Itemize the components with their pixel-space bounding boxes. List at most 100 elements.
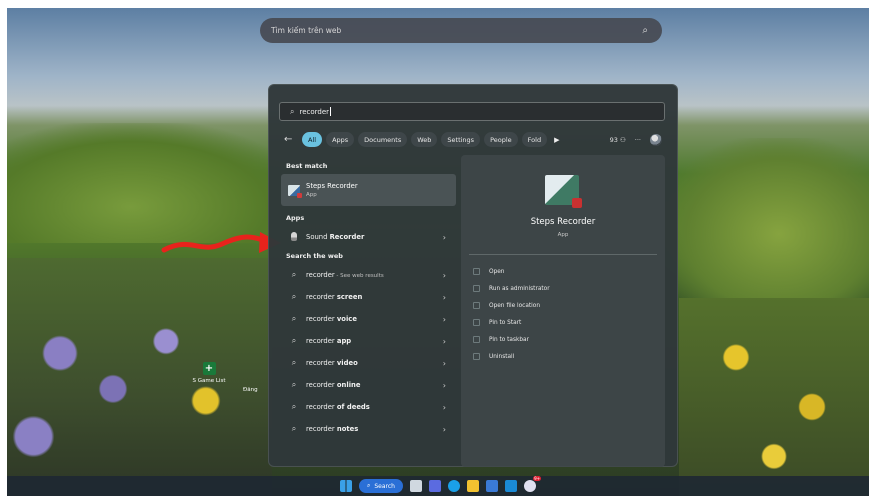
meet-icon[interactable] xyxy=(429,480,441,492)
edge-browser-icon[interactable] xyxy=(448,480,460,492)
best-match-subtitle: App xyxy=(306,192,317,198)
divider xyxy=(469,254,657,255)
start-search-input[interactable]: ⌕ recorder xyxy=(279,102,665,121)
action-open-file-location[interactable]: Open file location xyxy=(473,297,550,314)
background-flowers-right xyxy=(679,298,869,496)
back-arrow-icon[interactable]: ← xyxy=(284,134,302,145)
web-result-label: recorder video xyxy=(306,359,358,367)
chevron-right-icon[interactable]: › xyxy=(443,381,446,390)
file-explorer-icon[interactable] xyxy=(467,480,479,492)
background-hill-right xyxy=(659,138,869,298)
rewards-points[interactable]: 93 ⚇ xyxy=(610,136,626,144)
filter-documents[interactable]: Documents xyxy=(358,132,408,147)
trash-icon xyxy=(473,353,480,360)
filter-apps[interactable]: Apps xyxy=(326,132,355,147)
web-result-3[interactable]: ⌕ recorder app › xyxy=(281,330,456,352)
mail-icon[interactable] xyxy=(505,480,517,492)
background-flowers-left xyxy=(7,258,272,496)
chevron-right-icon[interactable]: › xyxy=(443,337,446,346)
chevron-right-icon[interactable]: › xyxy=(443,233,446,242)
filter-bar: ← All Apps Documents Web Settings People… xyxy=(284,131,662,148)
best-match-heading: Best match xyxy=(286,162,328,170)
best-match-title: Steps Recorder xyxy=(306,182,358,190)
store-icon[interactable] xyxy=(486,480,498,492)
web-result-0[interactable]: ⌕ recorder - See web results › xyxy=(281,264,456,286)
preview-subtitle: App xyxy=(557,232,569,238)
pin-icon xyxy=(473,336,480,343)
web-result-label: recorder app xyxy=(306,337,352,345)
search-icon: ⌕ xyxy=(291,380,297,389)
best-match-item[interactable]: Steps Recorder App xyxy=(281,174,456,206)
web-result-label: recorder notes xyxy=(306,425,359,433)
text-caret xyxy=(330,107,332,116)
action-open[interactable]: Open xyxy=(473,263,550,280)
filter-bar-right: 93 ⚇ ··· xyxy=(610,133,662,146)
results-list: Best match Steps Recorder App Apps Sound… xyxy=(281,158,456,440)
more-options-button[interactable]: ··· xyxy=(635,136,641,144)
search-icon: ⌕ xyxy=(291,358,297,367)
points-value: 93 xyxy=(609,135,618,144)
more-filters-play-icon[interactable]: ▶ xyxy=(554,136,559,144)
search-icon: ⌕ xyxy=(291,424,297,433)
chevron-right-icon[interactable]: › xyxy=(443,403,446,412)
desktop-icon-game-list[interactable]: + S Game List xyxy=(192,362,226,384)
action-pin-to-start[interactable]: Pin to Start xyxy=(473,314,550,331)
action-uninstall[interactable]: Uninstall xyxy=(473,348,550,365)
chevron-right-icon[interactable]: › xyxy=(443,359,446,368)
chevron-right-icon[interactable]: › xyxy=(443,425,446,434)
web-result-2[interactable]: ⌕ recorder voice › xyxy=(281,308,456,330)
search-icon[interactable]: ⌕ xyxy=(642,25,648,36)
search-web-heading: Search the web xyxy=(286,252,343,260)
action-run-as-admin[interactable]: Run as administrator xyxy=(473,280,550,297)
web-result-label: recorder screen xyxy=(306,293,363,301)
search-icon: ⌕ xyxy=(291,336,297,345)
filter-people[interactable]: People xyxy=(484,132,518,147)
search-icon: ⌕ xyxy=(367,482,371,489)
desktop-icon-label: S Game List xyxy=(192,378,226,384)
taskbar: ⌕ Search xyxy=(7,476,869,496)
avatar[interactable] xyxy=(650,133,662,146)
search-query[interactable]: recorder xyxy=(299,108,329,116)
desktop-icon-dang[interactable]: Đăng xyxy=(243,387,258,393)
search-icon: ⌕ xyxy=(291,314,297,323)
steps-recorder-large-icon xyxy=(545,175,582,208)
web-result-7[interactable]: ⌕ recorder notes › xyxy=(281,418,456,440)
web-result-6[interactable]: ⌕ recorder of deeds › xyxy=(281,396,456,418)
app-result-label: Sound Recorder xyxy=(306,233,365,241)
app-result-sound-recorder[interactable]: Sound Recorder › xyxy=(281,226,456,248)
chevron-right-icon[interactable]: › xyxy=(443,271,446,280)
filter-all[interactable]: All xyxy=(302,132,323,147)
search-icon: ⌕ xyxy=(291,292,297,301)
search-icon: ⌕ xyxy=(291,402,297,411)
task-view-icon[interactable] xyxy=(410,480,422,492)
preview-title: Steps Recorder xyxy=(530,217,596,227)
chevron-right-icon[interactable]: › xyxy=(443,315,446,324)
taskbar-search-button[interactable]: ⌕ Search xyxy=(359,479,403,493)
folder-icon xyxy=(473,302,480,309)
windows-start-icon[interactable] xyxy=(340,480,352,492)
red-arrow-annotation xyxy=(161,232,281,253)
background-hill-left xyxy=(7,123,307,243)
web-result-label: recorder voice xyxy=(306,315,357,323)
pin-icon xyxy=(473,319,480,326)
web-result-label: recorder online xyxy=(306,381,361,389)
filter-folders[interactable]: Fold xyxy=(521,132,548,147)
chevron-right-icon[interactable]: › xyxy=(443,293,446,302)
app-with-badge-icon[interactable] xyxy=(524,476,541,492)
preview-pane: Steps Recorder App Open Run as administr… xyxy=(461,155,665,467)
web-result-5[interactable]: ⌕ recorder online › xyxy=(281,374,456,396)
search-icon: ⌕ xyxy=(290,106,295,116)
shield-icon xyxy=(473,285,480,292)
microphone-icon xyxy=(288,231,300,243)
web-result-label: recorder - See web results xyxy=(306,271,384,279)
web-result-4[interactable]: ⌕ recorder video › xyxy=(281,352,456,374)
filter-settings[interactable]: Settings xyxy=(441,132,481,147)
web-result-1[interactable]: ⌕ recorder screen › xyxy=(281,286,456,308)
web-result-label: recorder of deeds xyxy=(306,403,370,411)
filter-web[interactable]: Web xyxy=(411,132,438,147)
apps-heading: Apps xyxy=(286,214,305,222)
search-icon: ⌕ xyxy=(291,270,297,279)
web-search-bar[interactable]: Tìm kiếm trên web ⌕ xyxy=(260,18,662,43)
preview-actions: Open Run as administrator Open file loca… xyxy=(473,263,550,365)
action-pin-to-taskbar[interactable]: Pin to taskbar xyxy=(473,331,550,348)
